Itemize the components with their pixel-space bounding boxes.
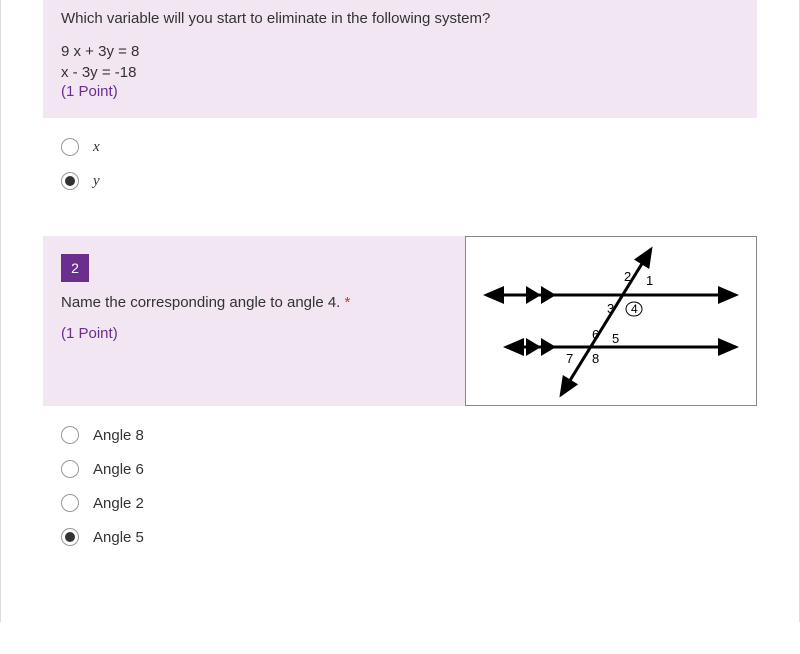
question-1-prompt: Which variable will you start to elimina… (61, 8, 739, 29)
question-2-options: Angle 8 Angle 6 Angle 2 Angle 5 (43, 426, 757, 592)
option-angle-2[interactable]: Angle 2 (61, 494, 739, 512)
option-label: Angle 5 (93, 529, 144, 546)
radio-icon (61, 494, 79, 512)
radio-icon (61, 528, 79, 546)
option-label: y (93, 173, 100, 190)
radio-icon (61, 172, 79, 190)
option-label: Angle 2 (93, 495, 144, 512)
label-4: 4 (631, 302, 638, 316)
question-1-points: (1 Point) (61, 83, 739, 100)
option-x[interactable]: x (61, 138, 739, 156)
question-2-number: 2 (61, 254, 89, 282)
option-label: Angle 8 (93, 427, 144, 444)
option-angle-5[interactable]: Angle 5 (61, 528, 739, 546)
option-label: Angle 6 (93, 461, 144, 478)
option-y[interactable]: y (61, 172, 739, 190)
radio-icon (61, 138, 79, 156)
label-6: 6 (592, 327, 599, 342)
label-1: 1 (646, 273, 653, 288)
option-angle-8[interactable]: Angle 8 (61, 426, 739, 444)
label-5: 5 (612, 331, 619, 346)
required-asterisk: * (345, 294, 351, 311)
option-angle-6[interactable]: Angle 6 (61, 460, 739, 478)
radio-icon (61, 426, 79, 444)
question-1-header: Which variable will you start to elimina… (43, 0, 757, 118)
radio-icon (61, 460, 79, 478)
question-2-prompt: Name the corresponding angle to angle 4.… (61, 292, 447, 313)
label-8: 8 (592, 351, 599, 366)
question-2-header: 2 Name the corresponding angle to angle … (43, 236, 757, 406)
question-2-points: (1 Point) (61, 325, 447, 342)
label-2: 2 (624, 269, 631, 284)
angle-diagram: 2 1 3 4 6 5 7 8 (465, 236, 757, 406)
label-3: 3 (607, 301, 614, 316)
question-1-options: x y (43, 138, 757, 236)
label-7: 7 (566, 351, 573, 366)
option-label: x (93, 139, 100, 156)
question-1-eq1: 9 x + 3y = 8 (61, 41, 739, 62)
question-1-eq2: x - 3y = -18 (61, 62, 739, 83)
question-2-prompt-text: Name the corresponding angle to angle 4. (61, 294, 345, 311)
